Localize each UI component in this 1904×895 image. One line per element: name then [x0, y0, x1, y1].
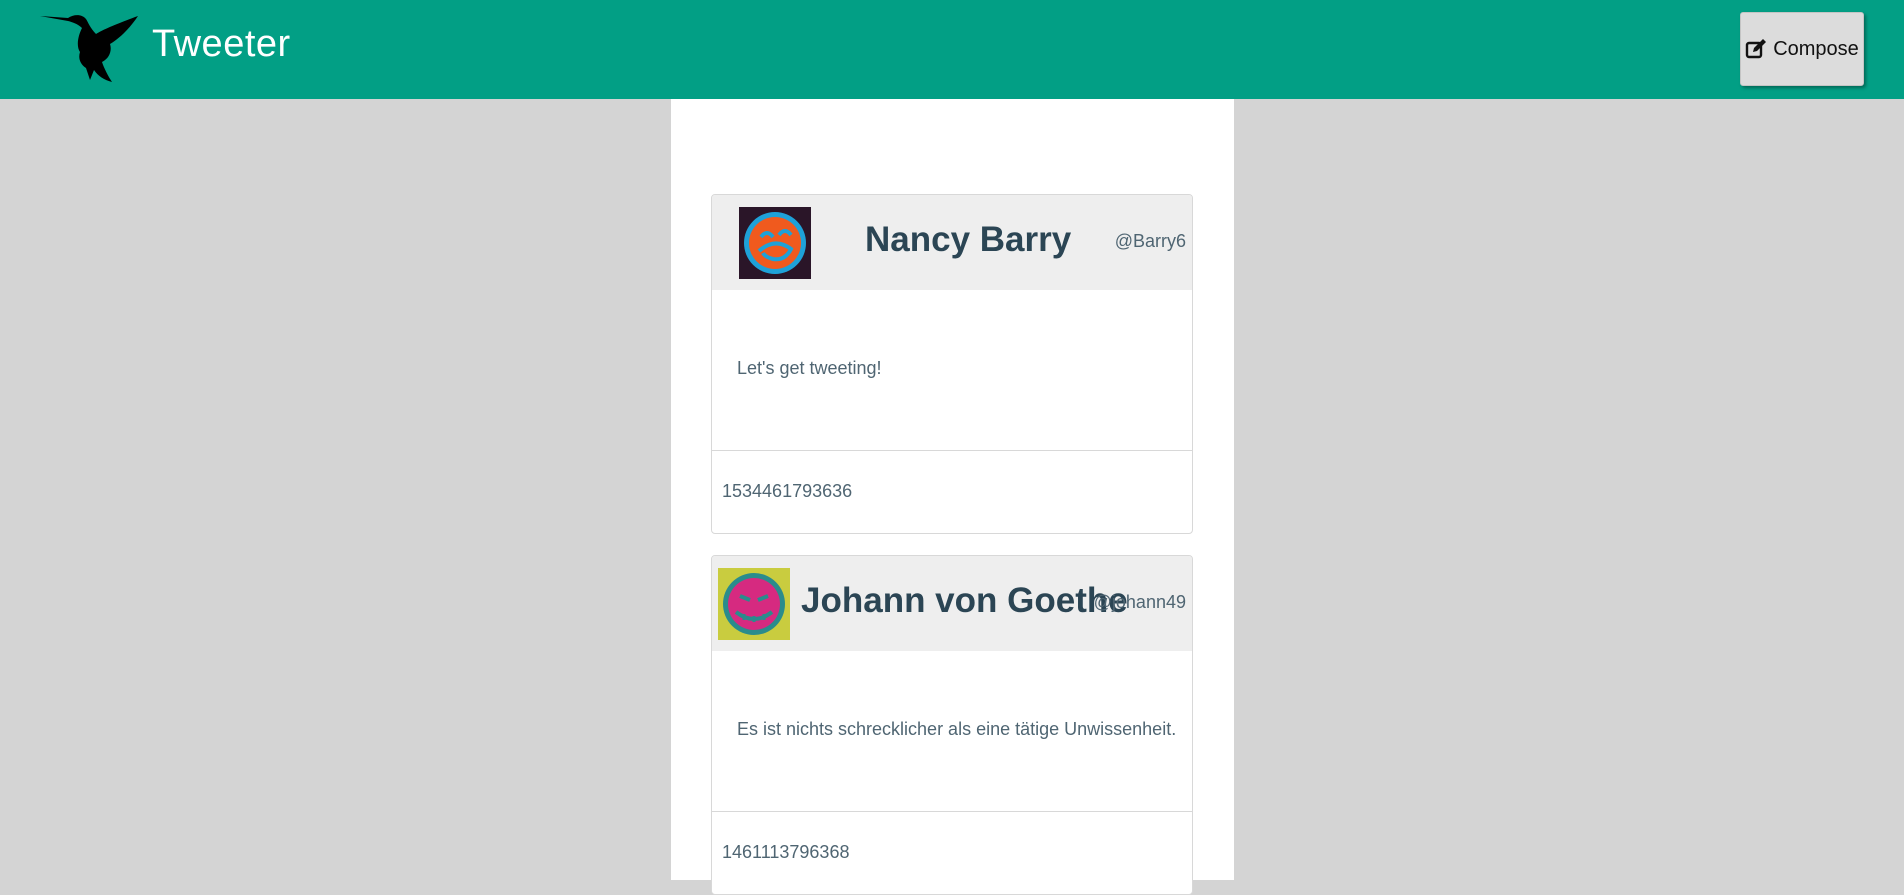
- tweet-timestamp: 1534461793636: [722, 481, 853, 501]
- compose-button-label: Compose: [1773, 37, 1859, 60]
- tweet-footer: 1461113796368: [712, 812, 1192, 894]
- tweet-card: Nancy Barry @Barry6 Let's get tweeting! …: [711, 194, 1193, 534]
- avatar-icon: [718, 568, 790, 640]
- hummingbird-icon[interactable]: [38, 10, 142, 83]
- tweet-header: Johann von Goethe @johann49: [712, 556, 1192, 651]
- tweet-text: Let's get tweeting!: [737, 358, 882, 378]
- brand-title[interactable]: Tweeter: [152, 22, 291, 68]
- tweet-timestamp: 1461113796368: [722, 842, 850, 862]
- tweet-body: Es ist nichts schrecklicher als eine tät…: [712, 651, 1192, 812]
- tweet-body: Let's get tweeting!: [712, 290, 1192, 451]
- tweet-card: Johann von Goethe @johann49 Es ist nicht…: [711, 555, 1193, 895]
- top-navbar: Tweeter Compose: [0, 0, 1904, 99]
- tweet-header: Nancy Barry @Barry6: [712, 195, 1192, 290]
- tweet-text: Es ist nichts schrecklicher als eine tät…: [737, 719, 1177, 739]
- avatar-icon: [739, 207, 811, 279]
- compose-button[interactable]: Compose: [1740, 12, 1864, 86]
- author-handle: @Barry6: [1114, 231, 1186, 251]
- author-handle: @johann49: [1093, 592, 1186, 612]
- edit-icon: [1745, 39, 1767, 59]
- tweet-feed: Nancy Barry @Barry6 Let's get tweeting! …: [671, 99, 1234, 895]
- tweet-footer: 1534461793636: [712, 451, 1192, 533]
- author-name: Johann von Goethe: [801, 581, 1128, 620]
- author-name: Nancy Barry: [865, 220, 1072, 259]
